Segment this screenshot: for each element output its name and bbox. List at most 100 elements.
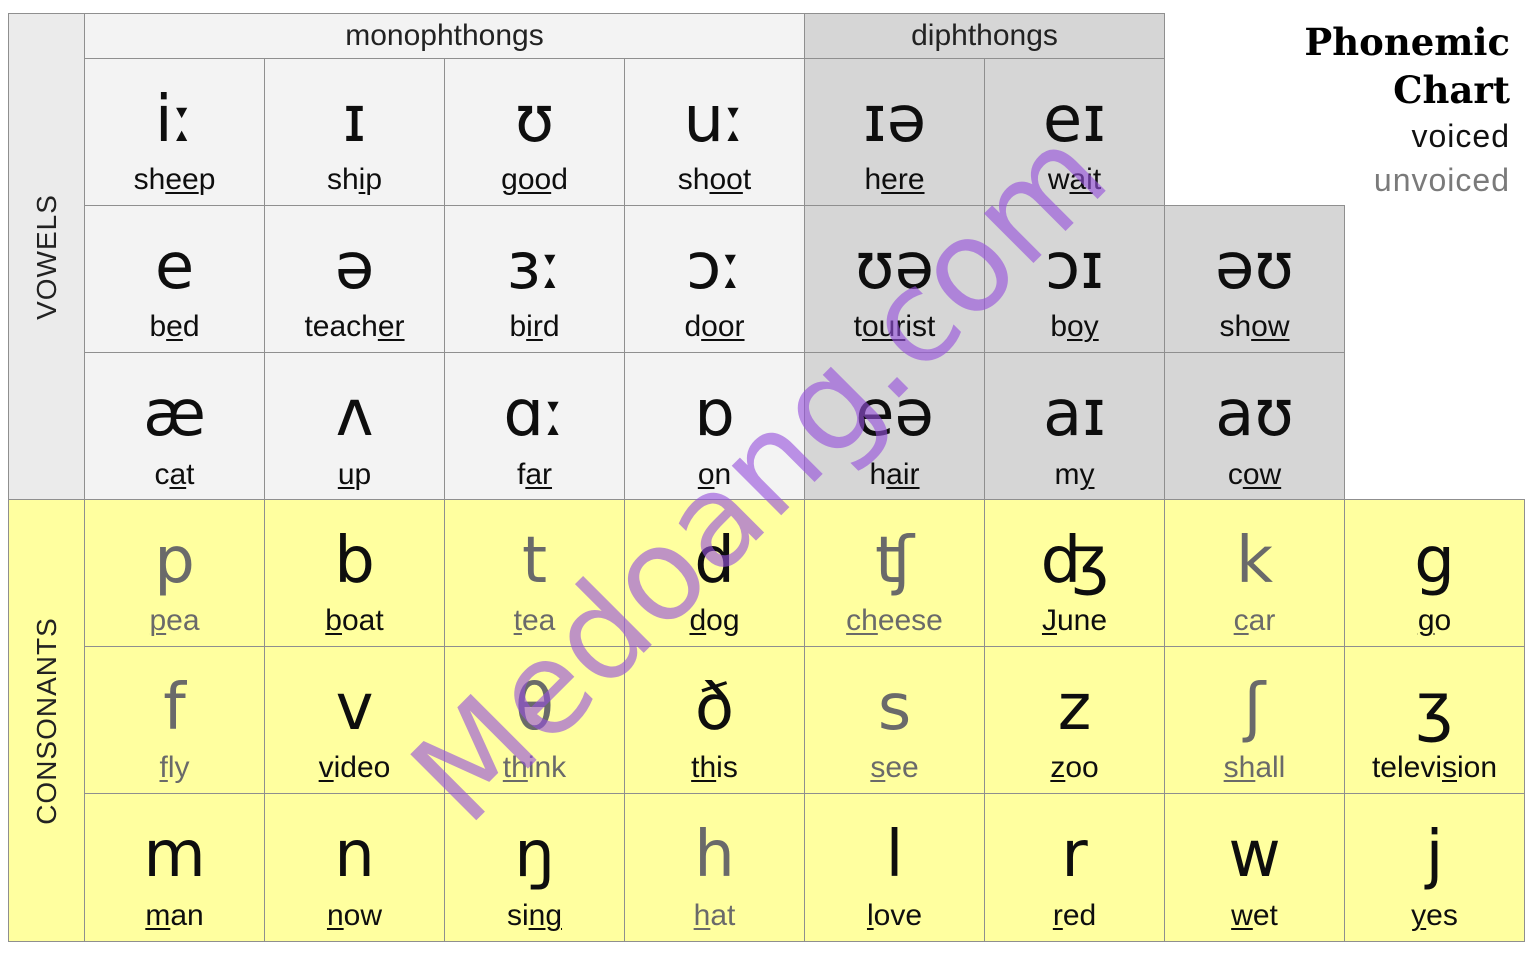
phoneme-cell: ʊə tourist [804,205,985,353]
example-word-suffix: une [1056,604,1108,637]
example-word: hair [805,460,984,490]
example-word-suffix: d [182,310,200,343]
example-word: yes [1345,901,1524,931]
example-word-sound: o [697,458,715,491]
example-word: far [445,460,624,490]
phoneme-cell: l love [804,793,985,942]
example-word-sound: p [149,604,167,637]
example-word-prefix: sh [326,163,359,196]
example-word: show [1165,312,1344,342]
example-word-sound: z [1050,751,1066,784]
phoneme-symbol: ʊə [855,230,934,304]
example-word-suffix: ist [905,310,936,343]
phoneme-cell: k car [1164,499,1345,647]
phoneme-symbol: e [154,230,195,304]
phoneme-cell: ɑː far [444,352,625,501]
phoneme-cell: θ think [444,646,625,794]
phoneme-symbol: ʌ [335,377,374,451]
phoneme-cell: ŋ sing [444,793,625,942]
phoneme-cell: z zoo [984,646,1165,794]
phoneme-cell: ɜː bird [444,205,625,353]
example-word-sound: a [169,458,187,491]
example-word-prefix: sh [133,163,166,196]
example-word: love [805,901,984,931]
example-word: video [265,753,444,783]
example-word-sound: oy [1067,310,1099,343]
example-word-sound: t [513,604,522,637]
phoneme-cell: ʊ good [444,58,625,206]
example-word-sound: ow [1251,310,1290,343]
example-word: cat [85,460,264,490]
example-word-prefix: sh [677,163,710,196]
example-word-sound: ai [1069,163,1093,196]
example-word-suffix: ideo [333,751,391,784]
phoneme-symbol: uː [683,83,746,157]
example-word-sound: th [502,751,528,784]
phoneme-symbol: ŋ [514,818,555,892]
example-word-sound: b [325,604,342,637]
phoneme-cell: ð this [624,646,805,794]
example-word-suffix: eese [877,604,943,637]
example-word-sound: ch [846,604,878,637]
example-word-prefix: si [506,899,529,932]
example-word-suffix: ee [885,751,919,784]
example-word: bird [445,312,624,342]
phoneme-symbol: eɪ [1042,83,1107,157]
example-word: wet [1165,901,1344,931]
phoneme-cell: ɒ on [624,352,805,501]
example-word-sound: ar [525,458,553,491]
example-word-sound: e [166,310,183,343]
phoneme-cell: ə teacher [264,205,445,353]
example-word-prefix: m [1054,458,1080,491]
phoneme-symbol: n [334,818,375,892]
example-word-suffix: t [742,163,752,196]
example-word-suffix: ove [873,899,923,932]
phoneme-cell: ɪ ship [264,58,445,206]
phoneme-symbol: h [694,818,735,892]
example-word-sound: h [693,899,711,932]
monophthongs-header-text: monophthongs [345,19,544,52]
legend-unvoiced: unvoiced [1373,162,1510,198]
phoneme-symbol: æ [143,377,206,451]
example-word-suffix: et [1252,899,1278,932]
phoneme-cell: p pea [84,499,265,647]
phoneme-symbol: ə [334,230,375,304]
example-word-prefix: b [1050,310,1067,343]
phoneme-cell: ɔɪ boy [984,205,1165,353]
example-word-prefix: c [1227,458,1243,491]
example-word: think [445,753,624,783]
phoneme-cell: əʊ show [1164,205,1345,353]
example-word-suffix: d [542,310,560,343]
phoneme-cell: f fly [84,646,265,794]
example-word-sound: oo [517,163,552,196]
phoneme-cell: uː shoot [624,58,805,206]
example-word-sound: our [861,310,906,343]
example-word-prefix: h [864,163,882,196]
chart-title-line-2: Chart [1393,68,1510,112]
example-word: pea [85,606,264,636]
example-word-suffix: oo [1065,751,1099,784]
phoneme-cell: m man [84,793,265,942]
example-word: now [265,901,444,931]
example-word: up [265,460,444,490]
phoneme-cell: h hat [624,793,805,942]
diphthongs-header-text: diphthongs [911,19,1058,52]
phoneme-symbol: b [334,524,375,598]
phoneme-cell: ʌ up [264,352,445,501]
chart-title-line-1: Phonemic [1304,20,1510,64]
example-word: television [1345,753,1524,783]
phoneme-symbol: ʧ [874,524,915,598]
phoneme-symbol: g [1414,524,1455,598]
phoneme-symbol: ð [694,671,735,745]
example-word-suffix: ion [1457,751,1498,784]
example-word-suffix: oat [341,604,384,637]
phoneme-cell: eɪ wait [984,58,1165,206]
phoneme-cell: v video [264,646,445,794]
phoneme-cell: j yes [1344,793,1525,942]
phoneme-symbol: ʒ [1416,671,1453,745]
example-word-sound: ir [526,310,543,343]
example-word: cheese [805,606,984,636]
phoneme-symbol: d [694,524,735,598]
phoneme-symbol: l [885,818,904,892]
example-word: man [85,901,264,931]
